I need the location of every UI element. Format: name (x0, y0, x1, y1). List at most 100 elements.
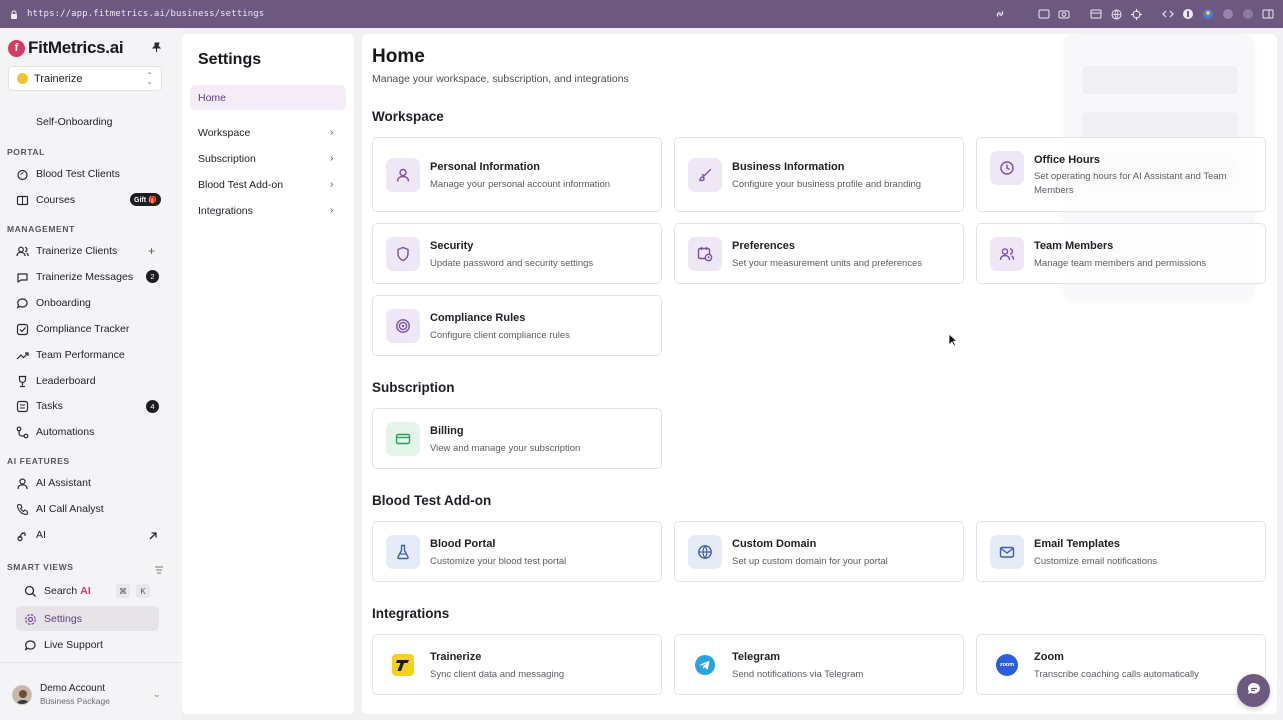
sidebar-item-leaderboard[interactable]: Leaderboard (15, 371, 96, 391)
phone-icon (15, 502, 29, 516)
card-blood-portal[interactable]: Blood Portal Customize your blood test p… (372, 521, 662, 582)
card-title: Blood Portal (430, 538, 496, 550)
profile-extension-icon[interactable] (1201, 7, 1215, 21)
sidebar-item-courses[interactable]: Courses (15, 190, 75, 210)
sidebar-item-onboarding[interactable]: Onboarding (15, 293, 91, 313)
gift-badge: Gift 🎁 (130, 193, 161, 206)
card-personal-information[interactable]: Personal Information Manage your persona… (372, 137, 662, 212)
card-description: Customize your blood test portal (430, 556, 567, 567)
section-label-smart-views: SMART VIEWS (7, 562, 74, 572)
sidebar-item-ai-assistant[interactable]: AI Assistant (15, 473, 91, 493)
browser-toolbar: https://app.fitmetrics.ai/business/setti… (0, 0, 1283, 28)
settings-nav-blood-test-addon[interactable]: Blood Test Add-on (198, 179, 283, 191)
brand[interactable]: f FitMetrics.ai (8, 38, 124, 58)
card-telegram[interactable]: Telegram Send notifications via Telegram (674, 634, 964, 695)
pin-icon[interactable] (151, 41, 162, 56)
card-zoom[interactable]: zoom Zoom Transcribe coaching calls auto… (976, 634, 1266, 695)
chevron-updown-icon: ⌃ ⌄ (146, 71, 153, 86)
camera-icon[interactable] (1057, 7, 1071, 21)
support-chat-icon (23, 638, 37, 652)
sidebar-item-ai[interactable]: AI (15, 525, 46, 545)
settings-nav-home[interactable]: Home (198, 92, 226, 104)
sidebar-item-label: Live Support (44, 639, 103, 651)
workspace-select[interactable]: Trainerize ⌃ ⌄ (8, 66, 162, 91)
card-trainerize[interactable]: Trainerize Sync client data and messagin… (372, 634, 662, 695)
card-compliance-rules[interactable]: Compliance Rules Configure client compli… (372, 295, 662, 356)
card-business-information[interactable]: Business Information Configure your busi… (674, 137, 964, 212)
card-preferences[interactable]: Preferences Set your measurement units a… (674, 223, 964, 284)
calendar-clock-icon (688, 237, 722, 271)
card-office-hours[interactable]: Office Hours Set operating hours for AI … (976, 137, 1266, 212)
link-icon[interactable] (993, 7, 1007, 21)
lock-icon (10, 10, 18, 19)
card-title: Zoom (1034, 651, 1064, 663)
card-title: Compliance Rules (430, 312, 526, 324)
add-client-button[interactable]: + (148, 244, 155, 258)
workflow-icon (15, 425, 29, 439)
settings-nav-integrations[interactable]: Integrations (198, 205, 253, 217)
sidebar-item-label: Compliance Tracker (36, 323, 130, 335)
sidebar-item-label: Trainerize Clients (36, 245, 118, 257)
sidebar-item-blood-test-clients[interactable]: Blood Test Clients (15, 164, 120, 184)
screenshot-icon[interactable] (1037, 7, 1051, 21)
settings-title: Settings (198, 51, 262, 68)
settings-nav-workspace[interactable]: Workspace (198, 127, 250, 139)
section-label-ai-features: AI FEATURES (7, 456, 70, 466)
list-filter-icon[interactable] (155, 562, 163, 577)
sidebar-item-tasks[interactable]: Tasks (15, 396, 63, 416)
crosshair-icon[interactable] (1129, 7, 1143, 21)
sidebar-item-trainerize-messages[interactable]: Trainerize Messages (15, 267, 133, 287)
sidebar-item-ai-call-analyst[interactable]: AI Call Analyst (15, 499, 104, 519)
address-bar[interactable]: https://app.fitmetrics.ai/business/setti… (27, 9, 264, 19)
section-heading-workspace: Workspace (372, 109, 444, 124)
card-description: Set your measurement units and preferenc… (732, 258, 923, 269)
trainerize-logo-icon (386, 648, 420, 682)
chevron-down-icon: ⌄ (153, 689, 161, 699)
globe-icon[interactable] (1109, 7, 1123, 21)
card-description: View and manage your subscription (430, 443, 581, 454)
code-icon[interactable] (1161, 7, 1175, 21)
sidebar-toggle-icon[interactable] (1261, 7, 1275, 21)
sidebar-item-compliance-tracker[interactable]: Compliance Tracker (15, 319, 129, 339)
search-ai-label: AI (80, 585, 91, 597)
card-title: Telegram (732, 651, 781, 663)
mouse-cursor-icon (948, 333, 959, 350)
droplet-icon (15, 167, 29, 181)
sidebar-item-trainerize-clients[interactable]: Trainerize Clients (15, 241, 117, 261)
extension-badge-icon[interactable] (1241, 7, 1255, 21)
sidebar-search[interactable]: Search AI (23, 581, 91, 601)
sidebar-item-self-onboarding[interactable]: Self-Onboarding (15, 112, 112, 132)
external-link-icon[interactable] (148, 529, 158, 544)
card-team-members[interactable]: Team Members Manage team members and per… (976, 223, 1266, 284)
zoom-logo-text: zoom (996, 654, 1018, 676)
chevron-right-icon: › (330, 153, 334, 164)
card-custom-domain[interactable]: Custom Domain Set up custom domain for y… (674, 521, 964, 582)
card-billing[interactable]: Billing View and manage your subscriptio… (372, 408, 662, 469)
sidebar-item-automations[interactable]: Automations (15, 422, 94, 442)
tasks-count-badge: 4 (146, 400, 159, 413)
card-email-templates[interactable]: Email Templates Customize email notifica… (976, 521, 1266, 582)
main-content: Home Manage your workspace, subscription… (362, 34, 1277, 714)
trophy-icon (15, 374, 29, 388)
sidebar-item-team-performance[interactable]: Team Performance (15, 345, 125, 365)
sidebar-item-live-support[interactable]: Live Support (23, 635, 103, 655)
settings-nav-subscription[interactable]: Subscription (198, 153, 256, 165)
paintbrush-icon (688, 158, 722, 192)
chevron-right-icon: › (330, 205, 334, 216)
card-description: Set operating hours for AI Assistant and… (1034, 171, 1227, 196)
avatar (12, 684, 32, 705)
card-title: Email Templates (1034, 538, 1120, 550)
messages-count-badge: 2 (146, 270, 159, 283)
workspace-select-value: Trainerize (34, 72, 83, 85)
extension-icon[interactable] (1181, 7, 1195, 21)
avatar-extension-icon[interactable] (1221, 7, 1235, 21)
account-menu[interactable]: Demo Account Business Package ⌄ (12, 683, 161, 706)
section-label-management: MANAGEMENT (7, 224, 75, 234)
settings-nav: Settings Home Workspace › Subscription ›… (182, 34, 354, 714)
window-icon[interactable] (1089, 7, 1103, 21)
sidebar-item-settings[interactable]: Settings (23, 609, 82, 629)
chat-support-button[interactable] (1237, 674, 1270, 707)
sidebar-item-label: Team Performance (36, 349, 125, 361)
card-security[interactable]: Security Update password and security se… (372, 223, 662, 284)
card-title: Trainerize (430, 651, 482, 663)
